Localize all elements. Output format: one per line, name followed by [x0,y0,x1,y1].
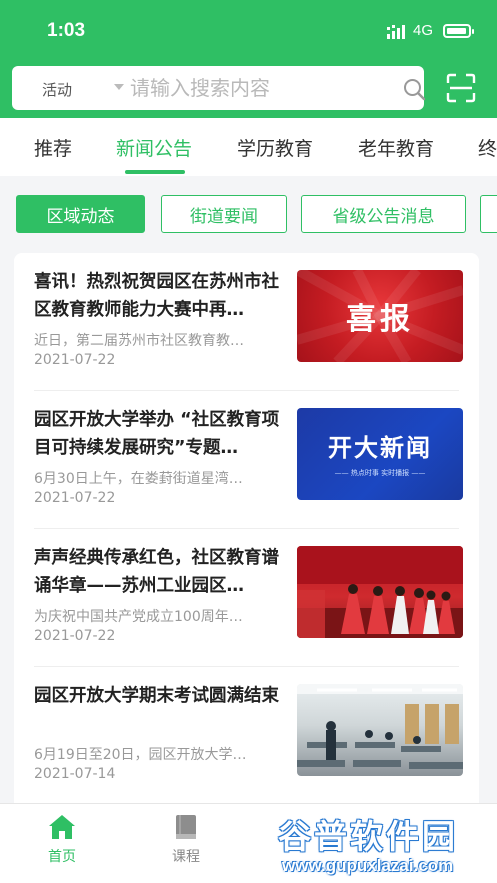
filter-chips: 区域动态 街道要闻 省级公告消息 [0,176,497,252]
news-date: 2021-07-22 [34,490,116,506]
watermark: 谷普软件园 www.gupuxlazai.com [272,808,494,880]
news-thumbnail[interactable] [297,546,463,638]
signal-icon [387,25,405,39]
tab-degree-education[interactable]: 学历教育 [237,134,313,161]
news-item[interactable]: 喜讯！热烈祝贺园区在苏州市社区教育教师能力大赛中再… 近日，第二届苏州市社区教育… [14,253,479,391]
search-category-select[interactable]: 活动 [42,79,72,100]
filter-regional-news[interactable]: 区域动态 [16,195,145,233]
tab-news[interactable]: 新闻公告 [116,134,192,161]
search-input[interactable] [130,72,380,104]
thumbnail-subcaption: —— 热点时事 实时播报 —— [334,469,426,477]
book-icon[interactable] [171,812,201,842]
news-date: 2021-07-22 [34,628,116,644]
news-item[interactable]: 园区开放大学举办 “社区教育项目可持续发展研究”专题… 6月30日上午，在娄葑街… [14,391,479,529]
search-bar[interactable]: 活动 [12,66,426,110]
status-time: 1:03 [47,20,86,41]
tab-senior-education[interactable]: 老年教育 [358,134,434,161]
filter-provincial-notices[interactable]: 省级公告消息 [301,195,466,233]
news-date: 2021-07-14 [34,766,116,782]
caret-down-icon[interactable] [114,84,124,90]
app-header: 1:03 4G 活动 [0,0,497,118]
network-label: 4G [413,22,434,39]
tab-lifelong[interactable]: 终 [478,134,497,161]
news-thumbnail[interactable]: 喜报 [297,270,463,362]
nav-courses[interactable]: 课程 [146,812,226,866]
thumbnail-caption: 喜报 [346,302,414,337]
watermark-url: www.gupuxlazai.com [282,856,454,875]
exam-room-photo [297,684,463,769]
nav-home[interactable]: 首页 [22,812,102,866]
nav-courses-label: 课程 [172,849,200,865]
category-tabs: 推荐 新闻公告 学历教育 老年教育 终 [0,118,497,176]
battery-icon [443,24,474,38]
news-title[interactable]: 喜讯！热烈祝贺园区在苏州市社区教育教师能力大赛中再… [34,268,286,324]
news-list: 喜讯！热烈祝贺园区在苏州市社区教育教师能力大赛中再… 近日，第二届苏州市社区教育… [14,253,479,813]
news-summary: 为庆祝中国共产党成立100周年… [34,609,243,625]
news-title[interactable]: 声声经典传承红色，社区教育谱诵华章——苏州工业园区… [34,544,286,600]
news-thumbnail[interactable]: 开大新闻 —— 热点时事 实时播报 —— [297,408,463,500]
news-thumbnail[interactable] [297,684,463,776]
active-tab-indicator [125,170,185,174]
news-title[interactable]: 园区开放大学期末考试圆满结束 [34,682,286,710]
filter-street-news[interactable]: 街道要闻 [161,195,287,233]
stage-performance-photo [297,546,463,638]
search-icon[interactable] [402,77,426,101]
news-summary: 6月19日至20日，园区开放大学… [34,747,247,763]
news-title[interactable]: 园区开放大学举办 “社区教育项目可持续发展研究”专题… [34,406,286,462]
news-date: 2021-07-22 [34,352,116,368]
filter-more[interactable] [480,195,497,233]
nav-home-label: 首页 [48,849,76,865]
thumbnail-caption: 开大新闻 [328,434,432,462]
scan-icon[interactable] [446,73,476,103]
home-icon[interactable] [47,812,77,842]
news-summary: 近日，第二届苏州市社区教育教… [34,333,244,349]
news-item[interactable]: 园区开放大学期末考试圆满结束 6月19日至20日，园区开放大学… 2021-07… [14,667,479,805]
news-summary: 6月30日上午，在娄葑街道星湾… [34,471,243,487]
news-item[interactable]: 声声经典传承红色，社区教育谱诵华章——苏州工业园区… 为庆祝中国共产党成立100… [14,529,479,667]
tab-recommend[interactable]: 推荐 [34,134,72,161]
watermark-title: 谷普软件园 [278,817,458,856]
status-bar: 1:03 4G [0,0,497,60]
